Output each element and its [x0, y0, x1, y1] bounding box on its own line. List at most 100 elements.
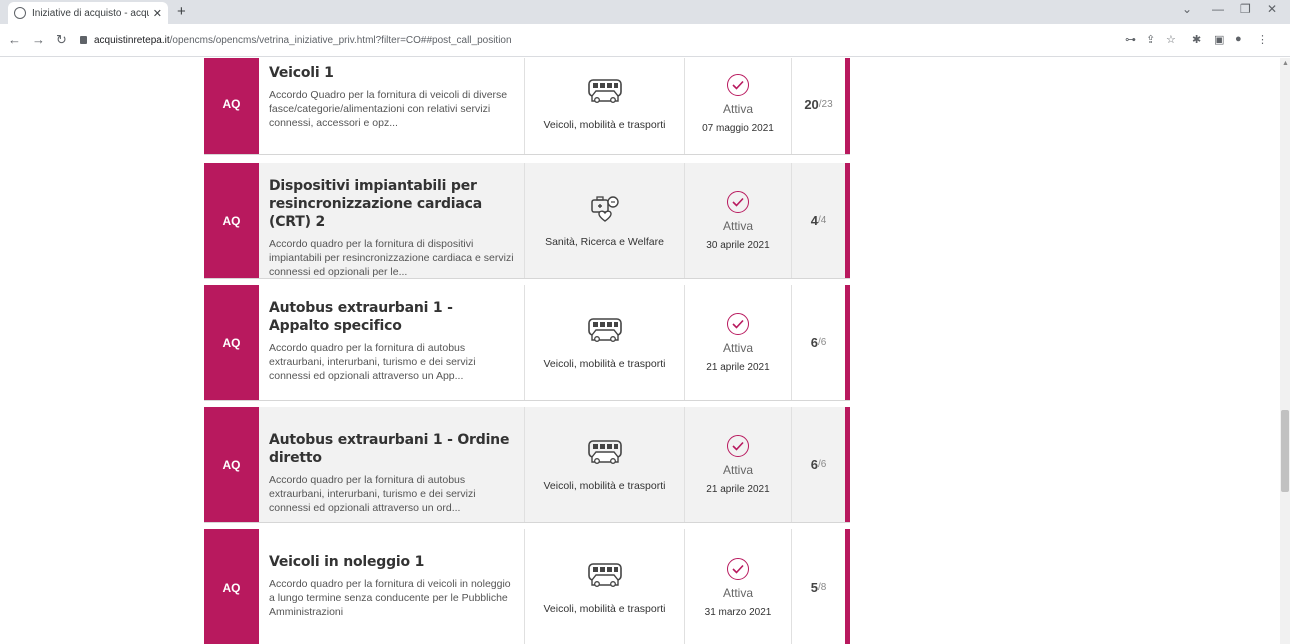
count-current: 5: [810, 580, 818, 595]
lots-counter: 6/6: [791, 285, 845, 400]
status-label: Attiva: [722, 340, 753, 355]
count-total: /4: [817, 215, 827, 226]
type-badge: AQ: [204, 407, 259, 522]
category-label: Veicoli, mobilità e trasporti: [543, 357, 666, 370]
check-circle-icon: [727, 557, 749, 580]
card-description-block: Dispositivi impiantabili per resincroniz…: [259, 163, 524, 278]
scrollbar-thumb[interactable]: [1281, 410, 1289, 492]
bus-icon: [587, 317, 622, 342]
count-total: /6: [817, 459, 827, 470]
card-title[interactable]: Autobus extraurbani 1 - Appalto specific…: [269, 299, 514, 335]
forward-icon[interactable]: →: [32, 32, 45, 47]
type-badge: AQ: [204, 163, 259, 278]
card-description: Accordo quadro per la fornitura di autob…: [269, 474, 476, 514]
count-current: 6: [810, 457, 818, 472]
status-block: Attiva 21 aprile 2021: [684, 407, 791, 522]
card-accent-edge: [845, 529, 850, 644]
scroll-up-arrow-icon[interactable]: ▲: [1282, 60, 1289, 67]
minimize-icon[interactable]: —: [1212, 2, 1224, 16]
share-icon[interactable]: ⇪: [1146, 33, 1155, 46]
card-accent-edge: [845, 58, 850, 154]
reload-icon[interactable]: ↻: [56, 32, 67, 48]
initiative-card[interactable]: AQ Autobus extraurbani 1 - Ordine dirett…: [204, 407, 850, 523]
lock-icon: [80, 36, 87, 44]
page-viewport: AQ Veicoli 1 Accordo Quadro per la forni…: [0, 58, 1280, 644]
card-title[interactable]: Autobus extraurbani 1 - Ordine diretto: [269, 431, 514, 467]
new-tab-button[interactable]: +: [177, 3, 186, 20]
type-badge: AQ: [204, 285, 259, 400]
initiative-card[interactable]: AQ Dispositivi impiantabili per resincro…: [204, 163, 850, 279]
check-circle-icon: [727, 190, 749, 213]
card-title[interactable]: Veicoli in noleggio 1: [269, 553, 514, 571]
status-block: Attiva 31 marzo 2021: [684, 529, 791, 644]
card-title[interactable]: Veicoli 1: [269, 64, 514, 82]
card-description-block: Autobus extraurbani 1 - Appalto specific…: [259, 285, 524, 400]
category-block: Veicoli, mobilità e trasporti: [524, 529, 684, 644]
tab-search-icon[interactable]: ⌄: [1182, 2, 1192, 16]
check-circle-icon: [727, 312, 749, 335]
vertical-scrollbar[interactable]: ▲: [1280, 58, 1290, 644]
globe-icon: [14, 7, 26, 19]
category-block: Veicoli, mobilità e trasporti: [524, 285, 684, 400]
check-circle-icon: [727, 434, 749, 457]
browser-tab[interactable]: Iniziative di acquisto - acquistinr ✕: [8, 2, 168, 24]
lots-counter: 4/4: [791, 163, 845, 278]
category-block: Veicoli, mobilità e trasporti: [524, 407, 684, 522]
lots-counter: 5/8: [791, 529, 845, 644]
initiative-card[interactable]: AQ Veicoli in noleggio 1 Accordo quadro …: [204, 529, 850, 644]
card-description: Accordo quadro per la fornitura di veico…: [269, 578, 511, 618]
close-tab-icon[interactable]: ✕: [153, 7, 162, 20]
side-panel-icon[interactable]: ▣: [1214, 33, 1224, 46]
category-label: Veicoli, mobilità e trasporti: [543, 479, 666, 492]
card-description-block: Veicoli in noleggio 1 Accordo quadro per…: [259, 529, 524, 644]
category-label: Veicoli, mobilità e trasporti: [543, 602, 666, 615]
type-badge: AQ: [204, 58, 259, 154]
count-current: 4: [810, 213, 818, 228]
count-total: /6: [817, 337, 827, 348]
bus-icon: [587, 79, 622, 103]
key-icon[interactable]: ⊶: [1125, 33, 1136, 46]
category-block: Veicoli, mobilità e trasporti: [524, 58, 684, 154]
category-label: Sanità, Ricerca e Welfare: [545, 235, 664, 248]
lots-counter: 6/6: [791, 407, 845, 522]
status-label: Attiva: [722, 462, 753, 477]
count-current: 6: [810, 335, 818, 350]
card-description-block: Veicoli 1 Accordo Quadro per la fornitur…: [259, 58, 524, 154]
card-accent-edge: [845, 407, 850, 522]
count-total: /8: [817, 582, 827, 593]
health-care-icon: [590, 195, 619, 222]
url-path: /opencms/opencms/vetrina_iniziative_priv…: [169, 34, 512, 46]
tab-strip: Iniziative di acquisto - acquistinr ✕ + …: [0, 0, 1290, 24]
card-accent-edge: [845, 163, 850, 278]
status-date: 07 maggio 2021: [702, 123, 774, 134]
card-title[interactable]: Dispositivi impiantabili per resincroniz…: [269, 177, 514, 231]
status-label: Attiva: [722, 585, 753, 600]
status-block: Attiva 21 aprile 2021: [684, 285, 791, 400]
browser-toolbar: ← → ↻ acquistinretepa.it/opencms/opencms…: [0, 24, 1290, 57]
count-total: /23: [818, 98, 833, 110]
tab-title: Iniziative di acquisto - acquistinr: [32, 7, 149, 19]
profile-icon[interactable]: ●: [1235, 33, 1242, 45]
status-date: 30 aprile 2021: [706, 239, 770, 251]
card-description: Accordo quadro per la fornitura di dispo…: [269, 238, 514, 278]
bus-icon: [587, 439, 622, 464]
bus-icon: [587, 562, 622, 587]
category-label: Veicoli, mobilità e trasporti: [543, 119, 666, 131]
url-host: acquistinretepa.it: [94, 34, 170, 46]
card-description-block: Autobus extraurbani 1 - Ordine diretto A…: [259, 407, 524, 522]
status-label: Attiva: [722, 218, 753, 233]
category-block: Sanità, Ricerca e Welfare: [524, 163, 684, 278]
bookmark-star-icon[interactable]: ☆: [1166, 33, 1176, 46]
close-window-icon[interactable]: ✕: [1267, 2, 1277, 16]
menu-icon[interactable]: ⋮: [1257, 33, 1268, 46]
address-bar[interactable]: acquistinretepa.it/opencms/opencms/vetri…: [80, 29, 1115, 51]
check-circle-icon: [727, 74, 749, 96]
initiative-card[interactable]: AQ Autobus extraurbani 1 - Appalto speci…: [204, 285, 850, 401]
back-icon[interactable]: ←: [8, 32, 21, 47]
card-accent-edge: [845, 285, 850, 400]
card-description: Accordo quadro per la fornitura di autob…: [269, 342, 476, 382]
status-block: Attiva 30 aprile 2021: [684, 163, 791, 278]
extensions-icon[interactable]: ✱: [1192, 33, 1201, 46]
restore-icon[interactable]: ❐: [1240, 2, 1251, 16]
initiative-card[interactable]: AQ Veicoli 1 Accordo Quadro per la forni…: [204, 58, 850, 155]
